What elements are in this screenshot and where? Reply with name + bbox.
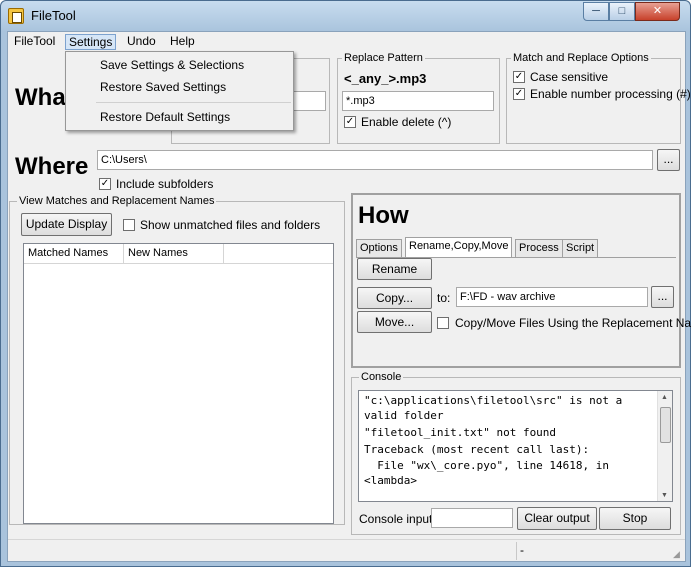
window-title: FileTool	[31, 8, 76, 23]
replace-pattern-input[interactable]: *.mp3	[342, 91, 494, 111]
title-bar[interactable]: FileTool ─ □ ✕	[1, 1, 690, 31]
console-line: "filetool_init.txt" not found	[364, 426, 557, 439]
tab-options[interactable]: Options	[356, 239, 402, 257]
console-line: <lambda>	[364, 474, 417, 487]
column-filler	[224, 244, 333, 264]
menu-help[interactable]: Help	[167, 34, 198, 50]
app-icon	[8, 8, 24, 24]
how-heading: How	[358, 202, 409, 229]
where-path-input[interactable]: C:\Users\	[97, 150, 653, 170]
tab-rename-copy-move[interactable]: Rename,Copy,Move	[405, 237, 513, 257]
include-subfolders-label: Include subfolders	[116, 177, 214, 191]
console-group-label: Console	[359, 371, 404, 383]
maximize-button[interactable]: □	[609, 2, 635, 21]
console-output[interactable]: "c:\applications\filetool\src" is not a …	[358, 390, 673, 502]
menu-restore-default[interactable]: Restore Default Settings	[100, 110, 230, 124]
move-button[interactable]: Move...	[357, 311, 432, 333]
how-tabs: Options Rename,Copy,Move Process Script	[356, 237, 676, 259]
scroll-thumb[interactable]	[660, 407, 671, 443]
use-replacement-name-label: Copy/Move Files Using the Replacement Na…	[455, 316, 691, 330]
number-processing-checkbox[interactable]: ✓	[513, 88, 525, 100]
console-line: Traceback (most recent call last):	[364, 443, 590, 456]
menu-settings[interactable]: Settings	[65, 34, 117, 50]
client-area: FileTool Settings Undo Help What Replace…	[7, 31, 691, 562]
replace-pattern-label: Replace Pattern	[342, 52, 425, 64]
update-display-button[interactable]: Update Display	[21, 213, 112, 236]
matches-group-label: View Matches and Replacement Names	[17, 195, 217, 207]
console-input-label: Console input:	[359, 512, 436, 526]
copy-button[interactable]: Copy...	[357, 287, 432, 309]
number-processing-label: Enable number processing (#)	[530, 87, 691, 101]
column-matched-names[interactable]: Matched Names	[24, 244, 124, 264]
matches-list[interactable]: Matched Names New Names	[23, 243, 334, 524]
clear-output-button[interactable]: Clear output	[517, 507, 597, 530]
status-text: -	[520, 543, 524, 557]
scroll-up-icon[interactable]: ▲	[661, 394, 668, 401]
match-options-label: Match and Replace Options	[511, 52, 651, 64]
case-sensitive-checkbox[interactable]: ✓	[513, 71, 525, 83]
minimize-button[interactable]: ─	[583, 2, 609, 21]
destination-input[interactable]: F:\FD - wav archive	[456, 287, 648, 307]
include-subfolders-checkbox[interactable]: ✓	[99, 178, 111, 190]
stop-button[interactable]: Stop	[599, 507, 671, 530]
settings-dropdown-menu: Save Settings & Selections Restore Saved…	[65, 51, 294, 131]
console-line: File "wx\_core.pyo", line 14618, in	[364, 459, 610, 472]
show-unmatched-checkbox[interactable]	[123, 219, 135, 231]
menu-save-settings[interactable]: Save Settings & Selections	[100, 58, 244, 72]
console-line: valid folder	[364, 409, 444, 422]
to-label: to:	[437, 291, 451, 305]
where-heading: Where	[15, 153, 89, 180]
menu-filetool[interactable]: FileTool	[11, 34, 58, 50]
status-divider	[516, 542, 517, 560]
column-new-names[interactable]: New Names	[124, 244, 224, 264]
console-input[interactable]	[431, 508, 513, 528]
console-scrollbar[interactable]: ▲ ▼	[657, 391, 672, 501]
case-sensitive-label: Case sensitive	[530, 70, 609, 84]
rename-button[interactable]: Rename	[357, 258, 432, 280]
scroll-down-icon[interactable]: ▼	[661, 492, 668, 499]
resize-grip-icon[interactable]: ◢	[673, 549, 683, 559]
destination-browse-button[interactable]: ...	[651, 286, 674, 308]
tab-process[interactable]: Process	[515, 239, 563, 257]
app-window: FileTool ─ □ ✕ FileTool Settings Undo He…	[0, 0, 691, 567]
menu-restore-saved[interactable]: Restore Saved Settings	[100, 80, 226, 94]
close-button[interactable]: ✕	[635, 2, 680, 21]
where-browse-button[interactable]: ...	[657, 149, 680, 171]
use-replacement-name-checkbox[interactable]	[437, 317, 449, 329]
tab-script[interactable]: Script	[562, 239, 599, 257]
menu-separator	[96, 102, 291, 103]
menu-undo[interactable]: Undo	[124, 34, 159, 50]
enable-delete-checkbox[interactable]: ✓	[344, 116, 356, 128]
show-unmatched-label: Show unmatched files and folders	[140, 218, 321, 232]
console-line: "c:\applications\filetool\src" is not a	[364, 394, 623, 407]
menu-bar: FileTool Settings Undo Help	[8, 32, 685, 51]
enable-delete-label: Enable delete (^)	[361, 115, 452, 129]
status-bar: - ◢	[8, 539, 685, 561]
replace-pattern-display: <_any_>.mp3	[344, 71, 427, 86]
